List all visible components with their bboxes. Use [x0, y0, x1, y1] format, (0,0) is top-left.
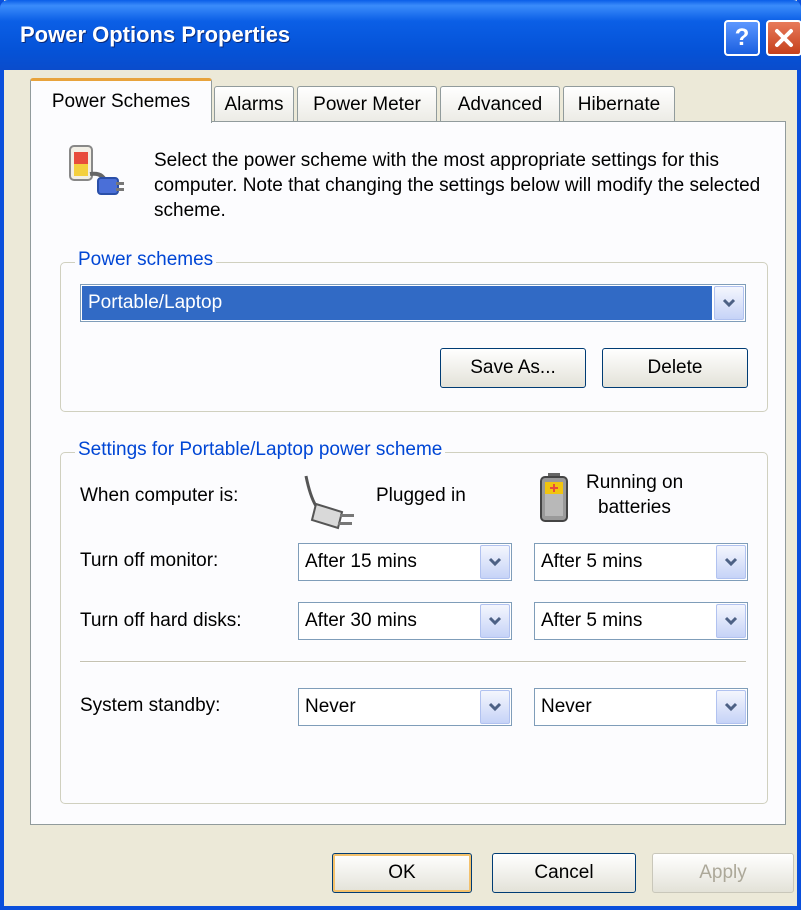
intro-text: Select the power scheme with the most ap…	[154, 150, 761, 221]
disks-battery-select[interactable]: After 5 mins	[534, 602, 748, 640]
window-title: Power Options Properties	[20, 22, 291, 47]
disks-plugged-select[interactable]: After 30 mins	[298, 602, 512, 640]
ok-button[interactable]: OK	[332, 853, 472, 893]
tab-hibernate[interactable]: Hibernate	[563, 86, 675, 122]
help-button[interactable]: ?	[724, 20, 760, 56]
chevron-down-icon[interactable]	[480, 690, 510, 724]
chevron-down-icon[interactable]	[714, 286, 744, 320]
tab-power-schemes[interactable]: Power Schemes	[30, 78, 212, 123]
batteries-label-line2: batteries	[598, 497, 671, 518]
power-schemes-group-label: Power schemes	[75, 249, 217, 271]
tab-advanced[interactable]: Advanced	[440, 86, 560, 122]
chevron-down-icon[interactable]	[480, 604, 510, 638]
monitor-plugged-select[interactable]: After 15 mins	[298, 543, 512, 581]
standby-battery-select[interactable]: Never	[534, 688, 748, 726]
tab-alarms[interactable]: Alarms	[214, 86, 294, 122]
turn-off-monitor-label: Turn off monitor:	[80, 550, 219, 571]
power-scheme-icon	[69, 145, 124, 195]
tab-power-meter[interactable]: Power Meter	[297, 86, 437, 122]
system-standby-label: System standby:	[80, 695, 221, 716]
close-icon	[775, 29, 793, 47]
plugged-in-label: Plugged in	[376, 485, 466, 506]
monitor-battery-select[interactable]: After 5 mins	[534, 543, 748, 581]
delete-button[interactable]: Delete	[602, 348, 748, 388]
settings-group-label: Settings for Portable/Laptop power schem…	[75, 439, 446, 461]
close-button[interactable]	[766, 20, 801, 56]
power-scheme-select[interactable]: Portable/Laptop	[80, 284, 746, 322]
chevron-down-icon[interactable]	[480, 545, 510, 579]
batteries-label-line1: Running on	[586, 472, 684, 493]
apply-button[interactable]: Apply	[652, 853, 794, 893]
chevron-down-icon[interactable]	[716, 545, 746, 579]
settings-divider	[80, 661, 746, 663]
help-icon: ?	[734, 24, 750, 51]
chevron-down-icon[interactable]	[716, 604, 746, 638]
title-bar[interactable]: Power Options Properties ?	[0, 0, 801, 70]
standby-plugged-select[interactable]: Never	[298, 688, 512, 726]
plug-icon	[304, 475, 354, 530]
battery-icon	[540, 473, 568, 522]
turn-off-hard-disks-label: Turn off hard disks:	[80, 610, 242, 631]
cancel-button[interactable]: Cancel	[492, 853, 636, 893]
save-as-button[interactable]: Save As...	[440, 348, 586, 388]
when-computer-label: When computer is:	[80, 485, 239, 506]
chevron-down-icon[interactable]	[716, 690, 746, 724]
